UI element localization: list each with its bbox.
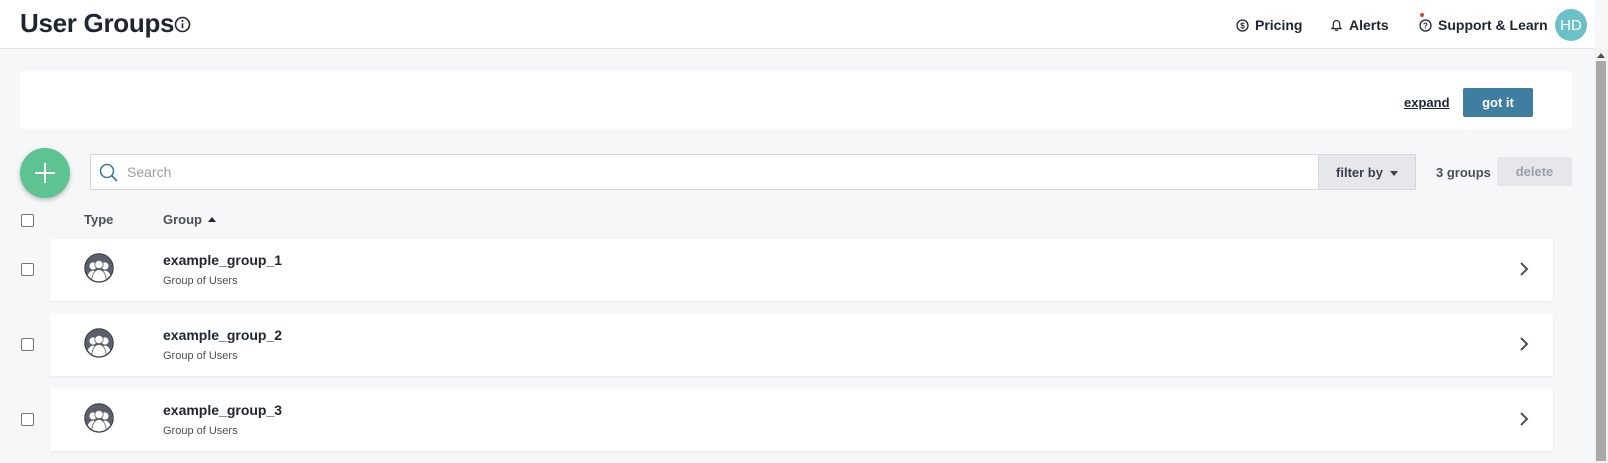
page-title: User Groups (20, 8, 175, 38)
chevron-right-icon[interactable] (1518, 411, 1530, 427)
search-box (90, 154, 1318, 190)
scroll-thumb[interactable] (1596, 61, 1606, 461)
nav-support-learn[interactable]: ? Support & Learn (1419, 16, 1548, 34)
row-checkbox[interactable] (21, 263, 34, 276)
group-name: example_group_2 (163, 327, 283, 343)
group-name: example_group_1 (163, 252, 283, 268)
expand-link[interactable]: expand (1404, 95, 1450, 110)
column-header-group[interactable]: Group (163, 212, 216, 227)
group-type-label: Group of Users (163, 350, 238, 362)
vertical-scrollbar[interactable] (1594, 49, 1608, 463)
sort-ascending-icon (208, 217, 216, 222)
table-row[interactable]: example_group_1 Group of Users (50, 239, 1553, 301)
group-type-label: Group of Users (163, 425, 238, 437)
question-circle-icon: ? (1419, 18, 1432, 32)
table-row[interactable]: example_group_3 Group of Users (50, 389, 1553, 451)
search-icon (99, 163, 118, 182)
column-header-group-label: Group (163, 212, 202, 227)
user-group-icon (84, 253, 114, 283)
svg-text:?: ? (1423, 21, 1428, 30)
nav-support-label: Support & Learn (1438, 17, 1548, 33)
nav-alerts-label: Alerts (1349, 17, 1389, 33)
bell-icon (1330, 19, 1343, 31)
column-header-type[interactable]: Type (84, 212, 113, 227)
info-icon[interactable] (174, 16, 191, 33)
svg-text:$: $ (1240, 21, 1245, 30)
group-type-label: Group of Users (163, 275, 238, 287)
group-name: example_group_3 (163, 402, 283, 418)
user-group-icon (84, 403, 114, 433)
filter-by-label: filter by (1336, 164, 1383, 180)
group-count: 3 groups (1436, 165, 1491, 180)
search-input[interactable] (127, 155, 1307, 189)
info-banner (20, 71, 1572, 129)
select-all-checkbox[interactable] (21, 214, 34, 227)
nav-pricing-label: Pricing (1255, 17, 1303, 33)
scroll-up-arrow-icon[interactable] (1597, 53, 1605, 58)
nav-alerts[interactable]: Alerts (1330, 16, 1389, 34)
dollar-circle-icon: $ (1236, 18, 1249, 32)
plus-icon (35, 163, 55, 183)
filter-by-dropdown[interactable]: filter by (1318, 154, 1416, 190)
table-row[interactable]: example_group_2 Group of Users (50, 314, 1553, 376)
chevron-right-icon[interactable] (1518, 336, 1530, 352)
top-header: User Groups $ Pricing Alerts ? Support &… (0, 0, 1594, 49)
row-checkbox[interactable] (21, 413, 34, 426)
user-group-icon (84, 328, 114, 358)
caret-down-icon (1389, 170, 1398, 176)
add-group-button[interactable] (20, 148, 70, 198)
chevron-right-icon[interactable] (1518, 261, 1530, 277)
delete-button[interactable]: delete (1497, 157, 1572, 186)
nav-pricing[interactable]: $ Pricing (1236, 16, 1302, 34)
row-checkbox[interactable] (21, 338, 34, 351)
got-it-button[interactable]: got it (1463, 88, 1533, 117)
avatar[interactable]: HD (1555, 9, 1587, 41)
